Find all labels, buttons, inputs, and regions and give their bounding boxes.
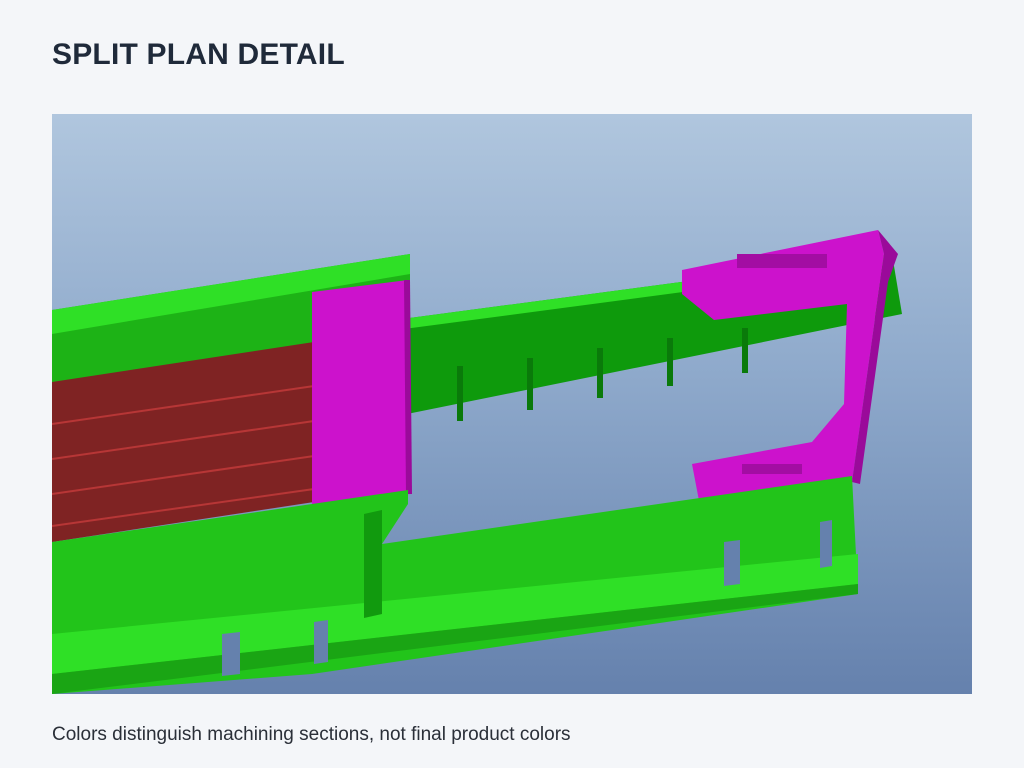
section-a-left-plate <box>312 280 412 504</box>
page-title: SPLIT PLAN DETAIL <box>52 38 345 71</box>
cad-model-viewport[interactable] <box>52 114 972 694</box>
section-a-right-frame <box>682 230 898 506</box>
cad-model-render <box>52 230 902 694</box>
caption-note: Colors distinguish machining sections, n… <box>52 724 571 745</box>
